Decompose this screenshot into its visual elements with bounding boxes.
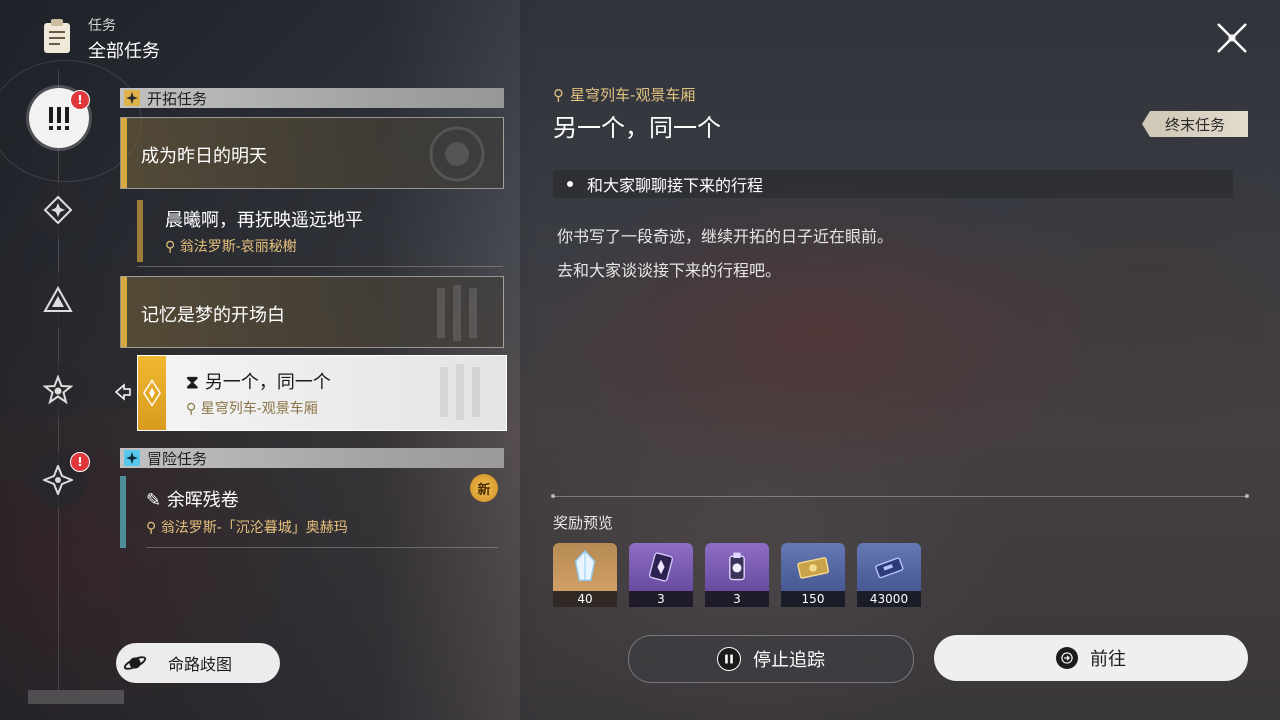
rail-tab-companion[interactable]: [30, 272, 86, 328]
quest-title-text: 另一个，同一个: [204, 372, 331, 393]
diamond-star-icon: [43, 195, 73, 225]
rail-badge-all: !: [70, 90, 90, 110]
tracking-gem-icon: [138, 356, 166, 430]
card-accent-bar: [121, 118, 127, 188]
ticket-icon: [857, 543, 921, 591]
location-pin-icon: ⚲: [186, 401, 201, 417]
quest-title: 晨曦啊，再抚映遥远地平: [165, 210, 363, 231]
quest-title-text: 余晖残卷: [166, 490, 239, 511]
divider-dot: [551, 494, 555, 498]
quest-location: ⚲ 星穹列车-观景车厢: [186, 398, 318, 418]
adventure-section-icon: [124, 450, 140, 466]
close-icon: [1217, 23, 1247, 53]
rewards-divider: [553, 496, 1247, 497]
quest-location-text: 翁法罗斯-「沉沦暮城」奥赫玛: [160, 520, 348, 536]
rail-badge-daily: !: [70, 452, 90, 472]
description-line-1: 你书写了一段奇迹，继续开拓的日子近在眼前。: [557, 227, 894, 246]
quest-title: 记忆是梦的开场白: [141, 305, 285, 326]
quest-card-parent-2[interactable]: 记忆是梦的开场白: [120, 276, 504, 348]
path-map-button[interactable]: 命路歧图: [116, 643, 280, 683]
detail-title: 另一个，同一个: [553, 114, 721, 142]
quest-location-text: 星穹列车-观景车厢: [200, 401, 318, 417]
card-accent-bar: [121, 277, 127, 347]
triangle-emblem-icon: [43, 285, 73, 312]
divider: [146, 547, 498, 548]
quest-card-adventure-1[interactable]: ✎ 余晖残卷 ⚲ 翁法罗斯-「沉沦暮城」奥赫玛 新: [120, 474, 502, 548]
reward-item-5[interactable]: 43000: [857, 543, 921, 607]
quest-title: ⧗ 另一个，同一个: [186, 368, 331, 394]
divider-dot: [1245, 494, 1249, 498]
go-arrow-icon: [1056, 647, 1078, 669]
section-header-adventure: 冒险任务: [120, 448, 504, 468]
stop-tracking-label: 停止追踪: [753, 650, 825, 671]
stellar-jade-icon: [553, 543, 617, 591]
star-icon: [43, 375, 73, 405]
quest-location-text: 翁法罗斯-哀丽秘榭: [179, 239, 297, 255]
quest-card-selected[interactable]: ⧗ 另一个，同一个 ⚲ 星穹列车-观景车厢: [137, 355, 507, 431]
header-category: 任务: [88, 18, 116, 34]
reward-item-1[interactable]: 40: [553, 543, 617, 607]
go-label: 前往: [1090, 649, 1126, 670]
description-line-2: 去和大家谈谈接下来的行程吧。: [557, 261, 782, 280]
close-button[interactable]: [1212, 18, 1252, 58]
bottom-decoration: [28, 690, 124, 704]
rail-tab-trailblaze[interactable]: [30, 182, 86, 238]
reward-count: 43000: [857, 591, 921, 607]
trailblaze-section-icon: [124, 90, 140, 106]
reward-item-2[interactable]: 3: [629, 543, 693, 607]
lost-crystal-icon: [629, 543, 693, 591]
objective-row: 和大家聊聊接下来的行程: [553, 170, 1233, 198]
emblem-decoration: [437, 285, 477, 341]
hourglass-icon: ⧗: [186, 372, 205, 393]
rewards-label: 奖励预览: [553, 514, 614, 532]
reward-count: 150: [781, 591, 845, 607]
location-pin-icon: ⚲: [165, 239, 180, 255]
clipboard-icon: [42, 18, 72, 54]
credit-bill-icon: [781, 543, 845, 591]
bullet-icon: [567, 181, 573, 187]
planet-icon: [122, 650, 148, 676]
objective-text: 和大家聊聊接下来的行程: [587, 176, 764, 195]
location-pin-icon: ⚲: [146, 520, 161, 536]
quest-title: 成为昨日的明天: [141, 146, 267, 167]
quest-card-child-1[interactable]: 晨曦啊，再抚映遥远地平 ⚲ 翁法罗斯-哀丽秘榭: [137, 196, 503, 267]
quest-location: ⚲ 翁法罗斯-「沉沦暮城」奥赫玛: [146, 517, 348, 537]
scroll-icon: ✎: [146, 490, 167, 511]
quest-description: 你书写了一段奇迹，继续开拓的日子近在眼前。 去和大家谈谈接下来的行程吧。: [557, 220, 893, 288]
quest-location: ⚲ 翁法罗斯-哀丽秘榭: [165, 236, 297, 256]
location-pin-icon: ⚲: [553, 85, 564, 104]
new-badge: 新: [470, 474, 498, 502]
section-label: 冒险任务: [147, 449, 208, 468]
card-accent-bar: [137, 200, 143, 262]
page-title: 全部任务: [88, 41, 160, 62]
refined-aether-icon: [705, 543, 769, 591]
emblem-decoration: [429, 126, 485, 182]
compass-star-icon: [43, 465, 73, 495]
quest-card-parent-1[interactable]: 成为昨日的明天: [120, 117, 504, 189]
quest-title: ✎ 余晖残卷: [146, 486, 239, 512]
rail-tab-adventure[interactable]: [30, 362, 86, 418]
detail-location: ⚲ 星穹列车-观景车厢: [553, 84, 695, 105]
reward-item-4[interactable]: 150: [781, 543, 845, 607]
pause-icon: [717, 647, 741, 671]
go-button[interactable]: 前往: [934, 635, 1248, 681]
path-map-label: 命路歧图: [168, 655, 233, 674]
stop-tracking-button[interactable]: 停止追踪: [628, 635, 914, 683]
quest-type-tag: 终末任务: [1142, 111, 1248, 137]
detail-location-text: 星穹列车-观景车厢: [570, 86, 696, 104]
section-label: 开拓任务: [147, 89, 208, 108]
section-header-trailblaze: 开拓任务: [120, 88, 504, 108]
exclamation-icon: [49, 107, 69, 130]
reward-count: 40: [553, 591, 617, 607]
selected-arrow-icon: [114, 383, 131, 401]
reward-count: 3: [705, 591, 769, 607]
emblem-decoration: [440, 364, 480, 420]
reward-count: 3: [629, 591, 693, 607]
reward-item-3[interactable]: 3: [705, 543, 769, 607]
card-accent-bar: [120, 476, 126, 548]
